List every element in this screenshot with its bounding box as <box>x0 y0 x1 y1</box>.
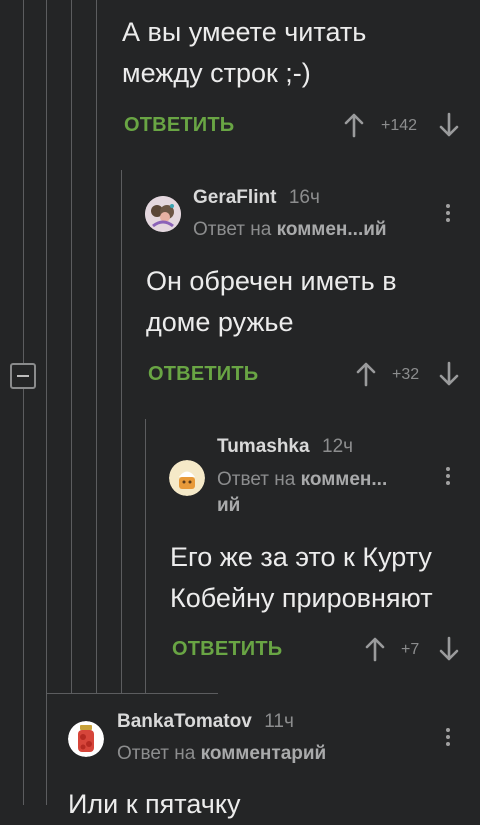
collapse-thread-icon[interactable] <box>10 363 36 389</box>
reply-to-prefix: Ответ на <box>193 219 272 240</box>
avatar[interactable] <box>68 721 104 757</box>
arrow-up-icon[interactable] <box>355 361 377 387</box>
avatar[interactable] <box>145 196 181 232</box>
thread-line <box>46 0 47 693</box>
thread-branch-line <box>46 693 218 694</box>
reply-button[interactable]: ОТВЕТИТЬ <box>148 363 258 386</box>
reply-to-target-cont[interactable]: ий <box>217 495 240 516</box>
comment-text: Он обречен иметь в доме ружье <box>146 266 397 337</box>
thread-line <box>121 170 122 693</box>
reply-to-target[interactable]: коммен...ий <box>277 219 387 240</box>
more-vertical-icon[interactable] <box>446 725 450 749</box>
reply-to-link[interactable]: Ответ на комментарий <box>117 741 326 767</box>
reply-to-prefix: Ответ на <box>117 743 196 764</box>
comment-time: 12ч <box>322 436 354 457</box>
comment-text: Его же за это к Курту Кобейну прировняют <box>170 542 433 613</box>
more-vertical-icon[interactable] <box>446 201 450 225</box>
thread-line <box>46 693 47 805</box>
comment-author[interactable]: GeraFlint <box>193 187 276 208</box>
reply-button[interactable]: ОТВЕТИТЬ <box>172 638 282 661</box>
arrow-up-icon[interactable] <box>364 636 386 662</box>
reply-to-link[interactable]: Ответ на коммен... ий <box>217 467 417 519</box>
reply-to-target[interactable]: комментарий <box>201 743 327 764</box>
arrow-up-icon[interactable] <box>343 112 365 138</box>
thread-line <box>96 0 97 693</box>
comment-time: 16ч <box>288 187 320 208</box>
reply-to-target[interactable]: коммен... <box>301 469 388 490</box>
arrow-down-icon[interactable] <box>438 361 460 387</box>
comment-score: +32 <box>392 366 420 383</box>
comment-text: А вы умеете читать между строк ;-) <box>122 17 367 88</box>
thread-line <box>23 0 24 805</box>
arrow-down-icon[interactable] <box>438 636 460 662</box>
comment-author[interactable]: BankaTomatov <box>117 711 252 732</box>
comment-score: +7 <box>401 641 420 658</box>
thread-line <box>71 0 72 693</box>
more-vertical-icon[interactable] <box>446 464 450 488</box>
comment-author[interactable]: Tumashka <box>217 436 310 457</box>
arrow-down-icon[interactable] <box>438 112 460 138</box>
thread-line <box>145 419 146 693</box>
comment-score: +142 <box>381 117 418 134</box>
avatar[interactable] <box>169 460 205 496</box>
comment-time: 11ч <box>264 711 294 732</box>
reply-to-link[interactable]: Ответ на коммен...ий <box>193 217 387 243</box>
reply-to-prefix: Ответ на <box>217 469 296 490</box>
reply-button[interactable]: ОТВЕТИТЬ <box>124 114 234 137</box>
